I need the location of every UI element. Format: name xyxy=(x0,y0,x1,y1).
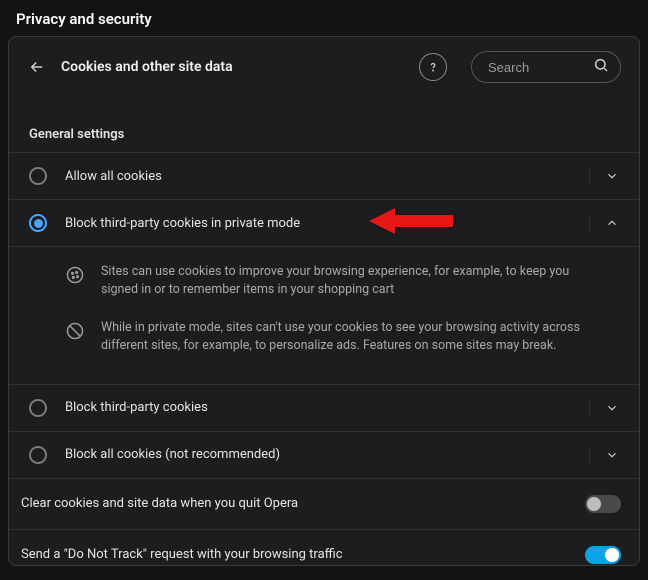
chevron-up-icon xyxy=(605,216,619,230)
option-label: Allow all cookies xyxy=(65,169,589,184)
cookie-icon xyxy=(65,265,85,285)
block-icon xyxy=(65,321,85,341)
detail-text: While in private mode, sites can't use y… xyxy=(101,319,609,355)
detail-text: Sites can use cookies to improve your br… xyxy=(101,263,609,299)
expand-button[interactable] xyxy=(589,446,633,464)
radio-icon xyxy=(29,214,47,232)
toggle-label: Clear cookies and site data when you qui… xyxy=(21,496,585,511)
search-input[interactable] xyxy=(471,51,621,83)
expand-button[interactable] xyxy=(589,214,633,232)
radio-icon xyxy=(29,399,47,417)
back-button[interactable] xyxy=(27,57,47,77)
chevron-down-icon xyxy=(605,401,619,415)
chevron-down-icon xyxy=(605,169,619,183)
cookie-option-block-all[interactable]: Block all cookies (not recommended) xyxy=(9,432,639,479)
expand-button[interactable] xyxy=(589,167,633,185)
help-button[interactable] xyxy=(419,53,447,81)
option-label: Block third-party cookies in private mod… xyxy=(65,216,589,231)
settings-panel: Cookies and other site data General sett… xyxy=(8,36,640,566)
expand-button[interactable] xyxy=(589,399,633,417)
radio-icon xyxy=(29,167,47,185)
toggle-label: Send a "Do Not Track" request with your … xyxy=(21,547,585,562)
option-label: Block all cookies (not recommended) xyxy=(65,447,589,462)
toggle-clear-on-quit[interactable]: Clear cookies and site data when you qui… xyxy=(9,479,639,530)
panel-title: Cookies and other site data xyxy=(61,59,405,75)
page-title: Privacy and security xyxy=(0,0,648,36)
detail-item: While in private mode, sites can't use y… xyxy=(65,309,619,365)
toggle-do-not-track[interactable]: Send a "Do Not Track" request with your … xyxy=(9,530,639,580)
chevron-down-icon xyxy=(605,448,619,462)
detail-item: Sites can use cookies to improve your br… xyxy=(65,253,619,309)
cookie-option-block-third-party[interactable]: Block third-party cookies xyxy=(9,385,639,432)
cookie-option-block-third-party-private[interactable]: Block third-party cookies in private mod… xyxy=(9,200,639,247)
arrow-left-icon xyxy=(28,58,46,76)
toggle-switch[interactable] xyxy=(585,546,621,564)
radio-icon xyxy=(29,446,47,464)
toggle-switch[interactable] xyxy=(585,495,621,513)
help-icon xyxy=(426,60,440,74)
panel-header: Cookies and other site data xyxy=(9,37,639,89)
option-label: Block third-party cookies xyxy=(65,400,589,415)
section-heading: General settings xyxy=(9,89,639,152)
cookie-option-allow-all[interactable]: Allow all cookies xyxy=(9,152,639,200)
option-details: Sites can use cookies to improve your br… xyxy=(9,247,639,385)
search-wrap xyxy=(471,51,621,83)
